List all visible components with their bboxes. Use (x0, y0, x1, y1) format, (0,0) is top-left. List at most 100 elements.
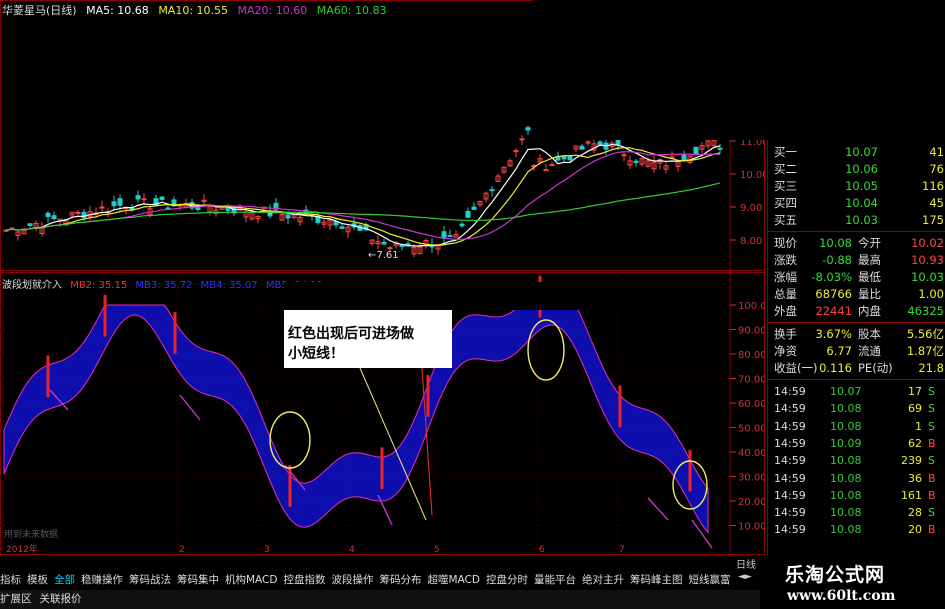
stat-label-2: 最高 (858, 253, 881, 267)
x-axis-label: 7 (619, 545, 625, 555)
indicator-tab[interactable]: 绝对主升 (582, 574, 624, 586)
indicator-tab[interactable]: 筹码分布 (379, 574, 421, 586)
tick-price: 10.08 (830, 454, 862, 468)
annotation-redacted (284, 282, 654, 310)
tick-price: 10.07 (830, 385, 862, 398)
ma10-label: MA10: 10.55 (158, 4, 229, 17)
site-logo: 乐淘公式网 www.60lt.com (765, 556, 945, 609)
low-marker: ←7.61 (368, 250, 399, 261)
indicator-name: 波段划就介入 (2, 280, 62, 291)
indicator-tab[interactable]: 量能平台 (534, 574, 576, 586)
candle-body (489, 189, 495, 192)
fin-row: 换手 3.67% 股本 5.56亿 (768, 326, 945, 343)
fin-label-2: 流通 (858, 344, 881, 358)
indicator-tab[interactable]: 模板 (27, 574, 48, 586)
mb4-label: MB4: 35.07 (200, 280, 258, 291)
divider (768, 379, 945, 380)
tick-volume: 62 (908, 436, 922, 450)
stat-value-2: 1.00 (918, 287, 944, 301)
ask-row: 买四 10.04 45 (768, 195, 945, 212)
tick-row: 14:59 10.09 62 B (768, 435, 945, 452)
tick-row: 14:59 10.08 28 S (768, 504, 945, 521)
ma20-label: MA20: 10.60 (237, 4, 308, 17)
fin-value: 0.116 (819, 361, 852, 375)
indicator-tab[interactable]: 全部 (54, 574, 75, 586)
tick-row: 14:59 10.08 69 S (768, 400, 945, 417)
ask-row: 买一 10.07 41 (768, 144, 945, 161)
ask-label: 买三 (774, 179, 797, 193)
price-axis-label: 9.00 (740, 203, 762, 214)
tick-volume: 36 (908, 471, 922, 485)
ask-label: 买二 (774, 162, 797, 176)
x-axis-label: 3 (264, 545, 270, 555)
tick-side: B (928, 471, 936, 485)
bottom-tab[interactable]: 关联报价 (40, 593, 82, 605)
stat-value: 22441 (815, 304, 852, 318)
tick-price: 10.08 (830, 402, 862, 416)
ask-volume: 41 (929, 145, 944, 159)
fin-value-2: 1.87亿 (906, 344, 944, 358)
divider (768, 231, 945, 232)
stat-value-2: 10.02 (911, 236, 944, 250)
indicator-tab[interactable]: 超噬MACD (427, 574, 479, 586)
x-axis-label: 2 (179, 545, 185, 555)
stat-label-2: 内盘 (858, 304, 881, 318)
fin-value-2: 5.56亿 (906, 327, 944, 341)
candle-body (717, 147, 723, 150)
indicator-tab[interactable]: 控盘分时 (486, 574, 528, 586)
stat-value: 10.08 (819, 236, 852, 250)
indicator-tab[interactable]: 短线赢富 (688, 574, 730, 586)
tick-side: S (928, 402, 935, 416)
ask-volume: 45 (929, 196, 944, 210)
bottom-tab[interactable]: 扩展区 (0, 593, 32, 605)
candle-body (633, 160, 639, 163)
candle-body (141, 198, 147, 201)
x-axis-label: 6 (539, 545, 545, 555)
indicator-tab[interactable]: 稳赚操作 (81, 574, 123, 586)
tick-row: 14:59 10.07 17 S (768, 383, 945, 400)
indicator-tab[interactable]: 控盘指数 (283, 574, 325, 586)
x-axis-label: 2012年 (6, 543, 38, 555)
tick-volume: 17 (908, 385, 922, 398)
ask-row: 买二 10.06 76 (768, 161, 945, 178)
ask-row: 买三 10.05 116 (768, 178, 945, 195)
logo-name: 乐淘公式网 (785, 564, 886, 586)
indicator-tab[interactable]: 指标 (0, 574, 21, 586)
candle-body (585, 141, 591, 144)
stat-label: 总量 (774, 287, 797, 301)
tick-time: 14:59 (774, 436, 806, 450)
indicator-tab[interactable]: 筹码集中 (177, 574, 219, 586)
tick-volume: 28 (908, 506, 922, 520)
tick-time: 14:59 (774, 506, 806, 520)
ask-price: 10.05 (845, 179, 878, 193)
watermark-text: 用到未来数据 (4, 528, 58, 540)
ind-axis-label: 10.00 (738, 522, 765, 533)
tick-row: 14:59 10.08 161 B (768, 487, 945, 504)
indicator-tab[interactable]: 机构MACD (225, 574, 277, 586)
mb2-label: MB2: 35.15 (70, 280, 128, 291)
fin-label: 换手 (774, 327, 797, 341)
tab-scroll-buttons[interactable]: ◄► (738, 572, 752, 582)
stat-row: 涨跌 -0.88 最高 10.93 (768, 252, 945, 269)
ind-axis-label: 70.00 (738, 375, 765, 386)
annotation-text: 红色出现后可进场做 小短线！ (288, 324, 414, 364)
tick-volume: 161 (901, 488, 922, 502)
fin-label-2: 股本 (858, 327, 881, 341)
candle-body (465, 210, 471, 218)
stat-value-2: 46325 (907, 304, 944, 318)
candle-body (339, 226, 345, 229)
annotation-box: 红色出现后可进场做 小短线！ (284, 282, 654, 368)
indicator-tab[interactable]: 波段操作 (331, 574, 373, 586)
tick-side: S (928, 385, 935, 398)
tick-side: B (928, 436, 936, 450)
ask-price: 10.07 (845, 145, 878, 159)
candle-body (525, 127, 531, 131)
period-label[interactable]: 日线 (736, 556, 756, 571)
tick-volume: 1 (915, 419, 922, 433)
ma60-line (5, 182, 721, 231)
indicator-tab[interactable]: 筹码峰主图 (630, 574, 683, 586)
stat-label: 外盘 (774, 304, 797, 318)
candle-body (681, 154, 687, 161)
indicator-tab[interactable]: 筹码战法 (129, 574, 171, 586)
tick-price: 10.09 (830, 436, 862, 450)
